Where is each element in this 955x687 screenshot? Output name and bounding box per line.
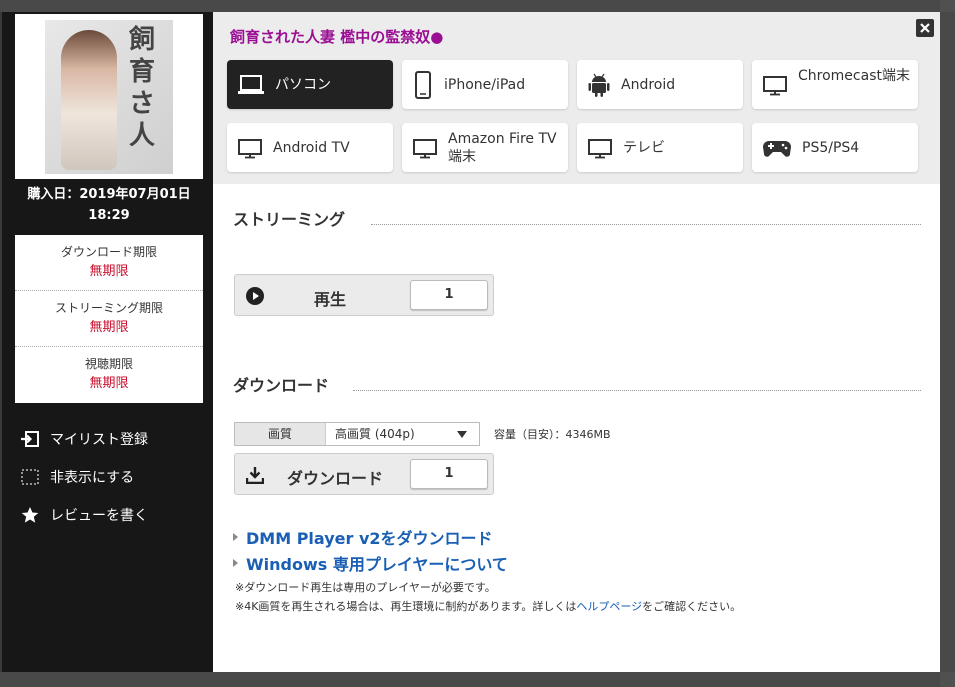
- download-period: ダウンロード期限 無期限: [15, 235, 203, 291]
- cover-char: 飼: [128, 25, 155, 55]
- device-tab-fire-tv[interactable]: Amazon Fire TV端末: [402, 123, 568, 172]
- device-label: Android TV: [273, 139, 350, 156]
- help-page-link[interactable]: ヘルプページ: [576, 600, 642, 613]
- device-label: PS5/PS4: [802, 139, 860, 156]
- device-tab-tv[interactable]: テレビ: [577, 123, 743, 172]
- period-label: 視聴期限: [84, 357, 133, 371]
- note-player-required: ※ダウンロード再生は専用のプレイヤーが必要です。: [235, 581, 496, 594]
- cover-char: さ: [128, 89, 155, 119]
- player-links: DMM Player v2をダウンロード Windows 専用プレイヤーについて: [233, 524, 508, 576]
- dmm-player-download-link[interactable]: DMM Player v2をダウンロード: [233, 524, 508, 550]
- left-menu: マイリスト登録 非表示にする レビューを書く: [20, 420, 148, 534]
- star-icon: [21, 507, 39, 523]
- right-panel: 飼育された人妻 檻中の監禁奴● パソコン iPhone/iPad Android…: [213, 12, 940, 672]
- monitor-icon: [238, 138, 262, 158]
- link-text: Windows 専用プレイヤーについて: [246, 555, 508, 574]
- mylist-add-label: マイリスト登録: [50, 432, 148, 448]
- period-label: ストリーミング期限: [54, 301, 163, 315]
- left-panel: 飼 育 さ 人 購入日：2019年07月01日 18:29 ダウンロード期限 無…: [2, 12, 213, 672]
- chevron-down-icon: [457, 431, 467, 438]
- device-tab-pc[interactable]: パソコン: [227, 60, 393, 109]
- period-label: ダウンロード期限: [60, 245, 157, 259]
- note-4k: ※4K画質を再生される場合は、再生環境に制約があります。詳しくはヘルプページをご…: [235, 597, 741, 616]
- device-label: Chromecast端末: [798, 68, 910, 84]
- cover-art: 飼 育 さ 人: [45, 20, 173, 174]
- device-label: iPhone/iPad: [444, 76, 526, 93]
- product-title: 飼育された人妻 檻中の監禁奴●: [230, 28, 444, 46]
- purchase-date-label: 購入日：2019年07月01日: [27, 187, 191, 202]
- play-label: 再生: [313, 290, 346, 309]
- quality-select[interactable]: 画質 高画質 (404p): [234, 422, 480, 446]
- cover-char: 人: [128, 121, 155, 151]
- android-icon: [588, 73, 610, 97]
- gamepad-icon: [763, 140, 791, 157]
- cover-title-column: 飼 育 さ 人: [119, 24, 165, 170]
- cover-image: 飼 育 さ 人: [15, 14, 203, 179]
- period-value: 無期限: [89, 264, 129, 279]
- period-list: ダウンロード期限 無期限 ストリーミング期限 無期限 視聴期限 無期限: [15, 235, 203, 403]
- viewing-period: 視聴期限 無期限: [15, 347, 203, 403]
- quality-value: 高画質 (404p): [335, 427, 415, 441]
- download-label: ダウンロード: [286, 469, 383, 488]
- period-value: 無期限: [89, 320, 129, 335]
- purchase-date: 購入日：2019年07月01日 18:29: [15, 184, 203, 226]
- link-text: DMM Player v2をダウンロード: [246, 529, 493, 548]
- triangle-right-icon: [233, 533, 238, 541]
- device-tab-ps[interactable]: PS5/PS4: [752, 123, 918, 172]
- device-label: Amazon Fire TV端末: [448, 130, 557, 165]
- device-tab-chromecast[interactable]: Chromecast端末: [752, 60, 918, 109]
- streaming-heading-text: ストリーミング: [233, 210, 346, 229]
- device-label: テレビ: [623, 139, 665, 156]
- triangle-right-icon: [233, 559, 238, 567]
- download-count-field[interactable]: 1: [410, 459, 488, 489]
- monitor-icon: [413, 138, 437, 158]
- quality-label: 画質: [235, 423, 326, 445]
- device-tab-android[interactable]: Android: [577, 60, 743, 109]
- period-value: 無期限: [89, 376, 129, 391]
- windows-player-link[interactable]: Windows 専用プレイヤーについて: [233, 550, 508, 576]
- monitor-icon: [763, 75, 787, 95]
- streaming-period: ストリーミング期限 無期限: [15, 291, 203, 347]
- download-button[interactable]: ダウンロード 1: [234, 453, 494, 495]
- play-count-field[interactable]: 1: [410, 280, 488, 310]
- hide-button[interactable]: 非表示にする: [20, 458, 148, 496]
- capacity-text: 容量（目安）：4346MB: [494, 428, 611, 441]
- play-button[interactable]: 再生 1: [234, 274, 494, 316]
- download-heading: ダウンロード: [233, 372, 921, 396]
- close-button[interactable]: [916, 19, 934, 37]
- note-4k-suffix: をご確認ください。: [642, 600, 742, 613]
- cover-char: 育: [128, 57, 155, 87]
- device-label: Android: [621, 76, 676, 93]
- device-tab-android-tv[interactable]: Android TV: [227, 123, 393, 172]
- streaming-heading: ストリーミング: [233, 206, 921, 230]
- device-label: パソコン: [275, 76, 331, 93]
- write-review-label: レビューを書く: [50, 508, 148, 524]
- section-divider: [371, 224, 921, 225]
- hide-icon: [21, 469, 39, 485]
- mylist-add-icon: [21, 431, 39, 447]
- laptop-icon: [238, 74, 264, 94]
- note-4k-prefix: ※4K画質を再生される場合は、再生環境に制約があります。詳しくは: [235, 600, 577, 613]
- purchase-time: 18:29: [88, 208, 130, 223]
- close-icon: [920, 23, 930, 33]
- download-heading-text: ダウンロード: [233, 376, 330, 395]
- write-review-button[interactable]: レビューを書く: [20, 496, 148, 534]
- cover-figure: [61, 30, 117, 170]
- mylist-add-button[interactable]: マイリスト登録: [20, 420, 148, 458]
- hide-label: 非表示にする: [50, 470, 135, 486]
- device-tab-iphone[interactable]: iPhone/iPad: [402, 60, 568, 109]
- section-divider: [353, 390, 921, 391]
- notes: ※ダウンロード再生は専用のプレイヤーが必要です。 ※4K画質を再生される場合は、…: [235, 578, 741, 616]
- monitor-icon: [588, 138, 612, 158]
- purchase-detail-modal: 飼 育 さ 人 購入日：2019年07月01日 18:29 ダウンロード期限 無…: [2, 12, 940, 672]
- phone-icon: [415, 70, 431, 99]
